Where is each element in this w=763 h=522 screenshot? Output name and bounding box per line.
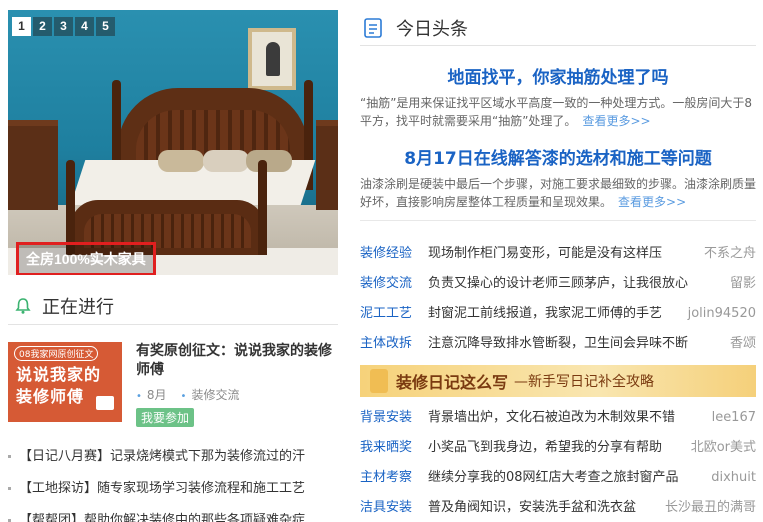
list-item[interactable]: 【工地探访】随专家现场学习装修流程和施工工艺 (8, 473, 338, 505)
diary-banner[interactable]: 装修日记这么写 —新手写日记补全攻略 (360, 365, 756, 397)
headline-summary-1: “抽筋”是用来保证找平区域水平高度一致的一种处理方式。一般房间大于8平方，找平时… (360, 96, 753, 128)
read-more-link[interactable]: 查看更多>> (582, 114, 650, 128)
promo-image[interactable]: 08我家网原创征文 说说我家的装修师傅 (8, 342, 122, 422)
topic-category[interactable]: 装修交流 (360, 269, 428, 299)
topic-row[interactable]: 我来晒奖 小奖品飞到我身边，希望我的分享有帮助 北欧or美式 (360, 433, 756, 463)
promo-image-tag: 08我家网原创征文 (14, 346, 99, 361)
topic-author[interactable]: lee167 (712, 403, 756, 433)
right-column: 今日头条 地面找平，你家抽筋处理了吗 “抽筋”是用来保证找平区域水平高度一致的一… (360, 10, 756, 522)
join-button[interactable]: 我要参加 (136, 408, 195, 427)
gift-icon (96, 396, 114, 410)
topic-row[interactable]: 主材考察 继续分享我的08网红店大考查之旅封窗产品 dixhuit (360, 463, 756, 493)
promo-category[interactable]: 装修交流 (181, 386, 239, 403)
slider-page-2[interactable]: 2 (33, 17, 52, 36)
slide-caption[interactable]: 全房100%实木家具 (16, 242, 156, 275)
slider-page-1[interactable]: 1 (12, 17, 31, 36)
topic-row[interactable]: 背景安装 背景墙出炉，文化石被迫改为木制效果不错 lee167 (360, 403, 756, 433)
topic-category[interactable]: 洁具安装 (360, 493, 428, 522)
wall-painting (248, 28, 296, 90)
topic-row[interactable]: 泥工工艺 封窗泥工前线报道，我家泥工师傅的手艺 jolin94520 (360, 299, 756, 329)
headline-summary-2: 油漆涂刷是硬装中最后一个步骤，对施工要求最细致的步骤。油漆涂刷质量好坏，直接影响… (360, 177, 757, 209)
topic-author[interactable]: 北欧or美式 (691, 433, 756, 463)
topic-title[interactable]: 背景墙出炉，文化石被迫改为木制效果不错 (428, 403, 702, 433)
topic-author[interactable]: dixhuit (711, 463, 756, 493)
bell-icon (15, 297, 31, 314)
slider-page-5[interactable]: 5 (96, 17, 115, 36)
topic-title[interactable]: 负责又操心的设计老师三顾茅庐，让我很放心 (428, 269, 720, 299)
banner-title: 装修日记这么写 (396, 373, 509, 392)
banner-subtitle: —新手写日记补全攻略 (514, 374, 655, 390)
topic-author[interactable]: 长沙最丑的满哥 (665, 493, 756, 522)
headline-title-2[interactable]: 8月17日在线解答漆的选材和施工等问题 (360, 144, 756, 169)
slider-page-4[interactable]: 4 (75, 17, 94, 36)
topic-category[interactable]: 背景安装 (360, 403, 428, 433)
slider-page-3[interactable]: 3 (54, 17, 73, 36)
list-item[interactable]: 【日记八月赛】记录烧烤模式下那为装修流过的汗 (8, 441, 338, 473)
topic-category[interactable]: 装修经验 (360, 239, 428, 269)
promo-meta: 8月 装修交流 (136, 386, 338, 403)
list-item[interactable]: 【帮帮团】帮助你解决装修中的那些各项疑难杂症 (8, 505, 338, 522)
topic-category[interactable]: 主体改拆 (360, 329, 428, 359)
topic-category[interactable]: 主材考察 (360, 463, 428, 493)
topic-author[interactable]: jolin94520 (688, 299, 756, 329)
ongoing-title: 正在进行 (42, 296, 114, 318)
headlines-title: 今日头条 (396, 18, 468, 40)
topic-title[interactable]: 现场制作柜门易变形，可能是没有这样压 (428, 239, 694, 269)
left-column: 1 2 3 4 5 全房100%实木家具 正在进行 08我家网原创征文 说说我家… (8, 10, 338, 522)
promo-month: 8月 (136, 386, 167, 403)
topic-row[interactable]: 洁具安装 普及角阀知识，安装洗手盆和洗衣盆 长沙最丑的满哥 (360, 493, 756, 522)
topic-category[interactable]: 我来晒奖 (360, 433, 428, 463)
headline-title-1[interactable]: 地面找平，你家抽筋处理了吗 (360, 63, 756, 88)
topic-title[interactable]: 注意沉降导致排水管断裂，卫生间会异味不断 (428, 329, 720, 359)
divider (360, 220, 756, 221)
ongoing-header: 正在进行 (8, 295, 338, 325)
topic-list-top: 装修经验 现场制作柜门易变形，可能是没有这样压 不系之舟 装修交流 负责又操心的… (360, 239, 756, 359)
image-slider[interactable]: 1 2 3 4 5 全房100%实木家具 (8, 10, 338, 275)
topic-title[interactable]: 普及角阀知识，安装洗手盆和洗衣盆 (428, 493, 655, 522)
topic-title[interactable]: 小奖品飞到我身边，希望我的分享有帮助 (428, 433, 681, 463)
ongoing-list: 【日记八月赛】记录烧烤模式下那为装修流过的汗 【工地探访】随专家现场学习装修流程… (8, 441, 338, 522)
topic-row[interactable]: 装修经验 现场制作柜门易变形，可能是没有这样压 不系之舟 (360, 239, 756, 269)
topic-row[interactable]: 主体改拆 注意沉降导致排水管断裂，卫生间会异味不断 香颂 (360, 329, 756, 359)
headlines-header: 今日头条 (360, 10, 756, 46)
promo-title[interactable]: 有奖原创征文：说说我家的装修师傅 (136, 342, 338, 380)
topic-row[interactable]: 装修交流 负责又操心的设计老师三顾茅庐，让我很放心 留影 (360, 269, 756, 299)
topic-category[interactable]: 泥工工艺 (360, 299, 428, 329)
promo-card[interactable]: 08我家网原创征文 说说我家的装修师傅 有奖原创征文：说说我家的装修师傅 8月 … (8, 342, 338, 427)
topic-author[interactable]: 留影 (730, 269, 756, 299)
slider-pagination: 1 2 3 4 5 (12, 17, 115, 36)
topic-author[interactable]: 不系之舟 (704, 239, 756, 269)
topic-title[interactable]: 封窗泥工前线报道，我家泥工师傅的手艺 (428, 299, 678, 329)
read-more-link[interactable]: 查看更多>> (618, 195, 686, 209)
document-icon (364, 17, 382, 38)
topic-list-bottom: 背景安装 背景墙出炉，文化石被迫改为木制效果不错 lee167 我来晒奖 小奖品… (360, 403, 756, 522)
topic-author[interactable]: 香颂 (730, 329, 756, 359)
topic-title[interactable]: 继续分享我的08网红店大考查之旅封窗产品 (428, 463, 701, 493)
